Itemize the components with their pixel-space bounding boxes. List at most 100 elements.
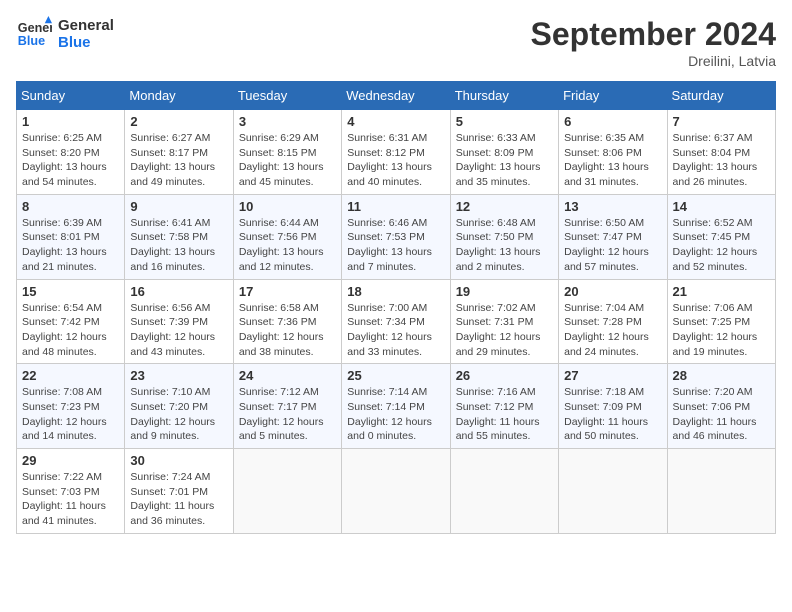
- day-number: 7: [673, 114, 770, 129]
- day-number: 8: [22, 199, 119, 214]
- day-cell-3-2: 24Sunrise: 7:12 AM Sunset: 7:17 PM Dayli…: [233, 364, 341, 449]
- day-cell-0-2: 3 Sunrise: 6:29 AM Sunset: 8:15 PM Daylig…: [233, 110, 341, 195]
- day-info: Sunrise: 7:14 AM Sunset: 7:14 PM Dayligh…: [347, 385, 444, 444]
- day-info: Sunrise: 7:12 AM Sunset: 7:17 PM Dayligh…: [239, 385, 336, 444]
- day-number: 9: [130, 199, 227, 214]
- day-info: Sunrise: 6:29 AM Sunset: 8:15 PM Dayligh…: [239, 131, 336, 190]
- day-cell-3-1: 23Sunrise: 7:10 AM Sunset: 7:20 PM Dayli…: [125, 364, 233, 449]
- day-cell-2-5: 20 Sunrise: 7:04 AM Sunset: 7:28 PM Dayli…: [559, 279, 667, 364]
- day-info: Sunrise: 6:35 AM Sunset: 8:06 PM Dayligh…: [564, 131, 661, 190]
- day-number: 15: [22, 284, 119, 299]
- calendar-table: Sunday Monday Tuesday Wednesday Thursday…: [16, 81, 776, 534]
- day-cell-2-0: 15 Sunrise: 6:54 AM Sunset: 7:42 PM Dayli…: [17, 279, 125, 364]
- day-number: 30: [130, 453, 227, 468]
- logo-icon: General Blue: [16, 16, 52, 52]
- location: Dreilini, Latvia: [531, 53, 776, 69]
- day-number: 20: [564, 284, 661, 299]
- day-info: Sunrise: 6:50 AM Sunset: 7:47 PM Dayligh…: [564, 216, 661, 275]
- day-cell-1-6: 14Sunrise: 6:52 AM Sunset: 7:45 PM Dayli…: [667, 194, 775, 279]
- logo: General Blue General Blue: [16, 16, 114, 52]
- day-info: Sunrise: 7:00 AM Sunset: 7:34 PM Dayligh…: [347, 301, 444, 360]
- month-title: September 2024: [531, 16, 776, 53]
- week-row-2: 8 Sunrise: 6:39 AM Sunset: 8:01 PM Daylig…: [17, 194, 776, 279]
- day-number: 3: [239, 114, 336, 129]
- day-number: 27: [564, 368, 661, 383]
- week-row-1: 1 Sunrise: 6:25 AM Sunset: 8:20 PM Daylig…: [17, 110, 776, 195]
- day-number: 1: [22, 114, 119, 129]
- col-thursday: Thursday: [450, 82, 558, 110]
- day-info: Sunrise: 6:48 AM Sunset: 7:50 PM Dayligh…: [456, 216, 553, 275]
- calendar-header: Sunday Monday Tuesday Wednesday Thursday…: [17, 82, 776, 110]
- day-cell-0-6: 7 Sunrise: 6:37 AM Sunset: 8:04 PM Daylig…: [667, 110, 775, 195]
- day-cell-0-0: 1 Sunrise: 6:25 AM Sunset: 8:20 PM Daylig…: [17, 110, 125, 195]
- day-info: Sunrise: 7:22 AM Sunset: 7:03 PM Dayligh…: [22, 470, 119, 529]
- day-cell-1-3: 11 Sunrise: 6:46 AM Sunset: 7:53 PM Dayli…: [342, 194, 450, 279]
- day-info: Sunrise: 7:06 AM Sunset: 7:25 PM Dayligh…: [673, 301, 770, 360]
- col-wednesday: Wednesday: [342, 82, 450, 110]
- day-cell-3-0: 22 Sunrise: 7:08 AM Sunset: 7:23 PM Dayli…: [17, 364, 125, 449]
- logo-text-blue: Blue: [58, 34, 114, 51]
- col-friday: Friday: [559, 82, 667, 110]
- day-number: 6: [564, 114, 661, 129]
- day-cell-4-3: [342, 449, 450, 534]
- day-cell-4-2: [233, 449, 341, 534]
- day-number: 17: [239, 284, 336, 299]
- day-cell-2-6: 21 Sunrise: 7:06 AM Sunset: 7:25 PM Dayli…: [667, 279, 775, 364]
- day-number: 21: [673, 284, 770, 299]
- day-cell-0-3: 4Sunrise: 6:31 AM Sunset: 8:12 PM Daylig…: [342, 110, 450, 195]
- title-block: September 2024 Dreilini, Latvia: [531, 16, 776, 69]
- day-number: 22: [22, 368, 119, 383]
- week-row-4: 22 Sunrise: 7:08 AM Sunset: 7:23 PM Dayli…: [17, 364, 776, 449]
- day-cell-3-4: 26Sunrise: 7:16 AM Sunset: 7:12 PM Dayli…: [450, 364, 558, 449]
- day-info: Sunrise: 6:39 AM Sunset: 8:01 PM Dayligh…: [22, 216, 119, 275]
- day-info: Sunrise: 6:52 AM Sunset: 7:45 PM Dayligh…: [673, 216, 770, 275]
- day-info: Sunrise: 7:20 AM Sunset: 7:06 PM Dayligh…: [673, 385, 770, 444]
- day-cell-0-4: 5 Sunrise: 6:33 AM Sunset: 8:09 PM Daylig…: [450, 110, 558, 195]
- day-info: Sunrise: 6:31 AM Sunset: 8:12 PM Dayligh…: [347, 131, 444, 190]
- col-monday: Monday: [125, 82, 233, 110]
- day-cell-2-1: 16Sunrise: 6:56 AM Sunset: 7:39 PM Dayli…: [125, 279, 233, 364]
- col-saturday: Saturday: [667, 82, 775, 110]
- day-cell-2-2: 17 Sunrise: 6:58 AM Sunset: 7:36 PM Dayli…: [233, 279, 341, 364]
- day-number: 12: [456, 199, 553, 214]
- day-info: Sunrise: 7:16 AM Sunset: 7:12 PM Dayligh…: [456, 385, 553, 444]
- week-row-3: 15 Sunrise: 6:54 AM Sunset: 7:42 PM Dayli…: [17, 279, 776, 364]
- col-tuesday: Tuesday: [233, 82, 341, 110]
- day-cell-3-6: 28 Sunrise: 7:20 AM Sunset: 7:06 PM Dayli…: [667, 364, 775, 449]
- day-number: 5: [456, 114, 553, 129]
- day-cell-2-4: 19Sunrise: 7:02 AM Sunset: 7:31 PM Dayli…: [450, 279, 558, 364]
- day-info: Sunrise: 7:18 AM Sunset: 7:09 PM Dayligh…: [564, 385, 661, 444]
- logo-text-general: General: [58, 17, 114, 34]
- day-info: Sunrise: 6:54 AM Sunset: 7:42 PM Dayligh…: [22, 301, 119, 360]
- calendar-body: 1 Sunrise: 6:25 AM Sunset: 8:20 PM Daylig…: [17, 110, 776, 534]
- day-info: Sunrise: 7:04 AM Sunset: 7:28 PM Dayligh…: [564, 301, 661, 360]
- day-cell-1-5: 13Sunrise: 6:50 AM Sunset: 7:47 PM Dayli…: [559, 194, 667, 279]
- day-number: 10: [239, 199, 336, 214]
- day-info: Sunrise: 6:25 AM Sunset: 8:20 PM Dayligh…: [22, 131, 119, 190]
- page-header: General Blue General Blue September 2024…: [16, 16, 776, 69]
- day-info: Sunrise: 6:37 AM Sunset: 8:04 PM Dayligh…: [673, 131, 770, 190]
- day-number: 2: [130, 114, 227, 129]
- day-info: Sunrise: 6:58 AM Sunset: 7:36 PM Dayligh…: [239, 301, 336, 360]
- day-info: Sunrise: 7:10 AM Sunset: 7:20 PM Dayligh…: [130, 385, 227, 444]
- day-cell-1-1: 9 Sunrise: 6:41 AM Sunset: 7:58 PM Daylig…: [125, 194, 233, 279]
- day-cell-1-0: 8 Sunrise: 6:39 AM Sunset: 8:01 PM Daylig…: [17, 194, 125, 279]
- day-number: 11: [347, 199, 444, 214]
- day-info: Sunrise: 6:46 AM Sunset: 7:53 PM Dayligh…: [347, 216, 444, 275]
- col-sunday: Sunday: [17, 82, 125, 110]
- day-cell-3-3: 25Sunrise: 7:14 AM Sunset: 7:14 PM Dayli…: [342, 364, 450, 449]
- day-cell-1-4: 12 Sunrise: 6:48 AM Sunset: 7:50 PM Dayli…: [450, 194, 558, 279]
- svg-text:Blue: Blue: [18, 34, 45, 48]
- day-number: 18: [347, 284, 444, 299]
- day-info: Sunrise: 6:56 AM Sunset: 7:39 PM Dayligh…: [130, 301, 227, 360]
- day-info: Sunrise: 7:08 AM Sunset: 7:23 PM Dayligh…: [22, 385, 119, 444]
- day-number: 29: [22, 453, 119, 468]
- day-number: 28: [673, 368, 770, 383]
- day-info: Sunrise: 6:33 AM Sunset: 8:09 PM Dayligh…: [456, 131, 553, 190]
- day-info: Sunrise: 6:41 AM Sunset: 7:58 PM Dayligh…: [130, 216, 227, 275]
- day-info: Sunrise: 6:44 AM Sunset: 7:56 PM Dayligh…: [239, 216, 336, 275]
- day-number: 19: [456, 284, 553, 299]
- day-cell-4-4: [450, 449, 558, 534]
- day-cell-4-6: [667, 449, 775, 534]
- day-cell-0-1: 2Sunrise: 6:27 AM Sunset: 8:17 PM Daylig…: [125, 110, 233, 195]
